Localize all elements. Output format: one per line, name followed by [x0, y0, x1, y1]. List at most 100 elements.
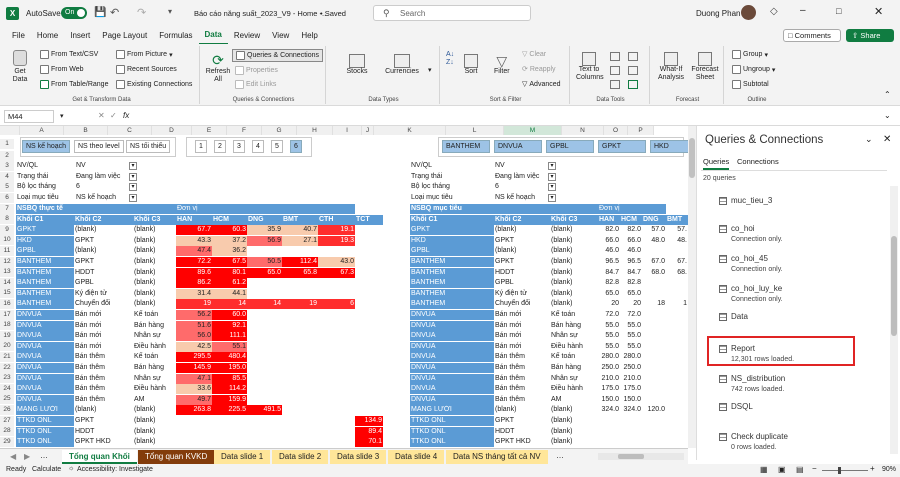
filter-value[interactable]: 6 [494, 182, 500, 192]
menu-review[interactable]: Review [228, 27, 266, 44]
zoom-thumb[interactable] [838, 467, 841, 474]
pivot-row-label[interactable]: GPBL [16, 246, 74, 257]
enter-icon[interactable]: ✓ [110, 111, 117, 120]
pivot-row-label[interactable]: DNVUA [410, 384, 494, 395]
horizontal-scrollbar[interactable] [598, 453, 684, 460]
pivot-row-label[interactable]: BANTHEM [16, 257, 74, 267]
manage-model-icon[interactable] [628, 80, 638, 89]
pivot-row-label[interactable]: (blank) [133, 235, 176, 246]
recent-sources-button[interactable]: Recent Sources [116, 65, 177, 74]
pivot-header[interactable]: HAN [598, 214, 620, 225]
pivot-row-label[interactable]: BANTHEM [410, 278, 494, 289]
pivot-row-label[interactable]: Bán thêm [74, 352, 133, 363]
tabs-overflow-icon[interactable]: … [556, 451, 564, 460]
remove-duplicates-icon[interactable] [610, 66, 620, 75]
pivot-header[interactable]: Khối C2 [74, 214, 133, 225]
pivot-row-label[interactable]: Bán mới [494, 320, 550, 331]
undo-icon[interactable]: ↶ [110, 6, 119, 19]
slicer-item[interactable]: 5 [271, 140, 283, 153]
formula-input[interactable] [138, 110, 878, 123]
filter-dropdown-icon[interactable]: ▾ [548, 183, 556, 192]
more-sheets-icon[interactable]: … [40, 451, 48, 460]
tab-data-slide-1[interactable]: Data slide 1 [214, 450, 271, 464]
tab-tong-quan-khoi[interactable]: Tổng quan Khối [62, 450, 137, 464]
pivot-row-label[interactable]: Bán thêm [494, 384, 550, 395]
pivot-row-label[interactable]: (blank) [550, 257, 598, 267]
status-accessibility[interactable]: Accessibility: Investigate [77, 466, 153, 473]
stocks-button[interactable]: Stocks [340, 54, 374, 75]
row-header[interactable]: 2 [0, 150, 14, 161]
slicer-item[interactable]: NS tối thiểu [126, 140, 171, 153]
row-header[interactable]: 27 [0, 415, 14, 426]
zoom-level[interactable]: 90% [882, 466, 896, 473]
sort-button[interactable]: Sort [464, 54, 478, 75]
pivot-row-label[interactable]: HKD [410, 235, 494, 246]
consolidate-icon[interactable] [628, 52, 638, 61]
filter-value[interactable]: Đang làm việc [75, 172, 121, 182]
pivot-row-label[interactable]: Nhân sự [133, 331, 176, 342]
pivot-row-label[interactable]: Bán mới [494, 310, 550, 320]
pivot-row-label[interactable]: DNVUA [410, 373, 494, 384]
column-header[interactable]: K [374, 126, 446, 135]
queries-connections-button[interactable]: Queries & Connections [232, 49, 323, 62]
what-if-button[interactable]: What-If Analysis [654, 52, 688, 82]
pivot-header[interactable]: CTH [318, 214, 355, 225]
pivot-row-label[interactable]: GPKT [494, 257, 550, 267]
normal-view-icon[interactable]: ▦ [760, 465, 768, 474]
filter-dropdown-icon[interactable]: ▾ [129, 193, 137, 202]
slicer-item[interactable]: HKD [650, 140, 688, 153]
zoom-out-icon[interactable]: − [812, 464, 817, 473]
select-all-corner[interactable] [0, 126, 20, 135]
pivot-row-label[interactable]: TTKD ONL [410, 437, 494, 448]
pivot-row-label[interactable]: Bán thêm [74, 373, 133, 384]
row-header[interactable]: 22 [0, 362, 14, 373]
pivot-row-label[interactable]: (blank) [133, 416, 176, 426]
pivot-header[interactable]: Khối C2 [494, 214, 550, 225]
customize-toolbar-icon[interactable]: ▾ [168, 7, 172, 16]
existing-connections-button[interactable]: Existing Connections [116, 80, 192, 89]
pivot-row-label[interactable]: GPBL [494, 278, 550, 289]
pivot-row-label[interactable]: TTKD ONL [16, 426, 74, 437]
slicer-item[interactable]: 6 [290, 140, 302, 153]
get-data-button[interactable]: Get Data [8, 50, 32, 84]
pivot-row-label[interactable]: Nhân sự [133, 373, 176, 384]
status-calculate[interactable]: Calculate [32, 466, 61, 473]
row-header[interactable]: 21 [0, 352, 14, 362]
slicer-item[interactable]: DNVUA [494, 140, 542, 153]
pivot-row-label[interactable]: DNVUA [410, 320, 494, 331]
ungroup-button[interactable]: Ungroup ▾ [732, 65, 775, 74]
row-header[interactable]: 23 [0, 373, 14, 384]
menu-file[interactable]: File [6, 27, 31, 44]
pivot-row-label[interactable]: (blank) [133, 257, 176, 267]
row-header[interactable]: 4 [0, 171, 14, 182]
menu-home[interactable]: Home [31, 27, 64, 44]
prev-sheet-icon[interactable]: ◀ [10, 452, 16, 461]
pivot-row-label[interactable]: TTKD ONL [16, 437, 74, 448]
pivot-row-label[interactable]: (blank) [133, 426, 176, 437]
row-header[interactable]: 1 [0, 139, 14, 149]
pivot-row-label[interactable]: DNVUA [16, 384, 74, 395]
pivot-row-label[interactable]: BANTHEM [410, 267, 494, 278]
filter-dropdown-icon[interactable]: ▾ [548, 162, 556, 170]
pivot-row-label[interactable]: (blank) [133, 278, 176, 289]
minimize-icon[interactable]: – [800, 5, 806, 16]
slicer-item[interactable]: GPBL [546, 140, 594, 153]
pane-scrollbar[interactable] [890, 186, 898, 454]
pivot-row-label[interactable]: BANTHEM [410, 288, 494, 299]
pivot-row-label[interactable]: Bán hàng [133, 320, 176, 331]
row-header[interactable]: 28 [0, 426, 14, 437]
column-header[interactable]: F [227, 126, 262, 135]
pivot-row-label[interactable]: BANTHEM [16, 278, 74, 289]
pivot-row-label[interactable]: (blank) [550, 426, 598, 437]
pivot-row-label[interactable]: HDDT [494, 267, 550, 278]
slicer-item[interactable]: 2 [214, 140, 226, 153]
pivot-header[interactable]: DNG [642, 214, 666, 225]
pivot-row-label[interactable]: AM [133, 394, 176, 405]
advanced-button[interactable]: ▽ Advanced [522, 80, 561, 89]
column-header[interactable]: C [108, 126, 152, 135]
slicer-item[interactable]: BANTHEM [442, 140, 490, 153]
filter-dropdown-icon[interactable]: ▾ [129, 172, 137, 181]
zoom-in-icon[interactable]: + [870, 464, 875, 473]
zoom-slider[interactable] [822, 467, 868, 474]
filter-value[interactable]: NV [494, 161, 506, 171]
